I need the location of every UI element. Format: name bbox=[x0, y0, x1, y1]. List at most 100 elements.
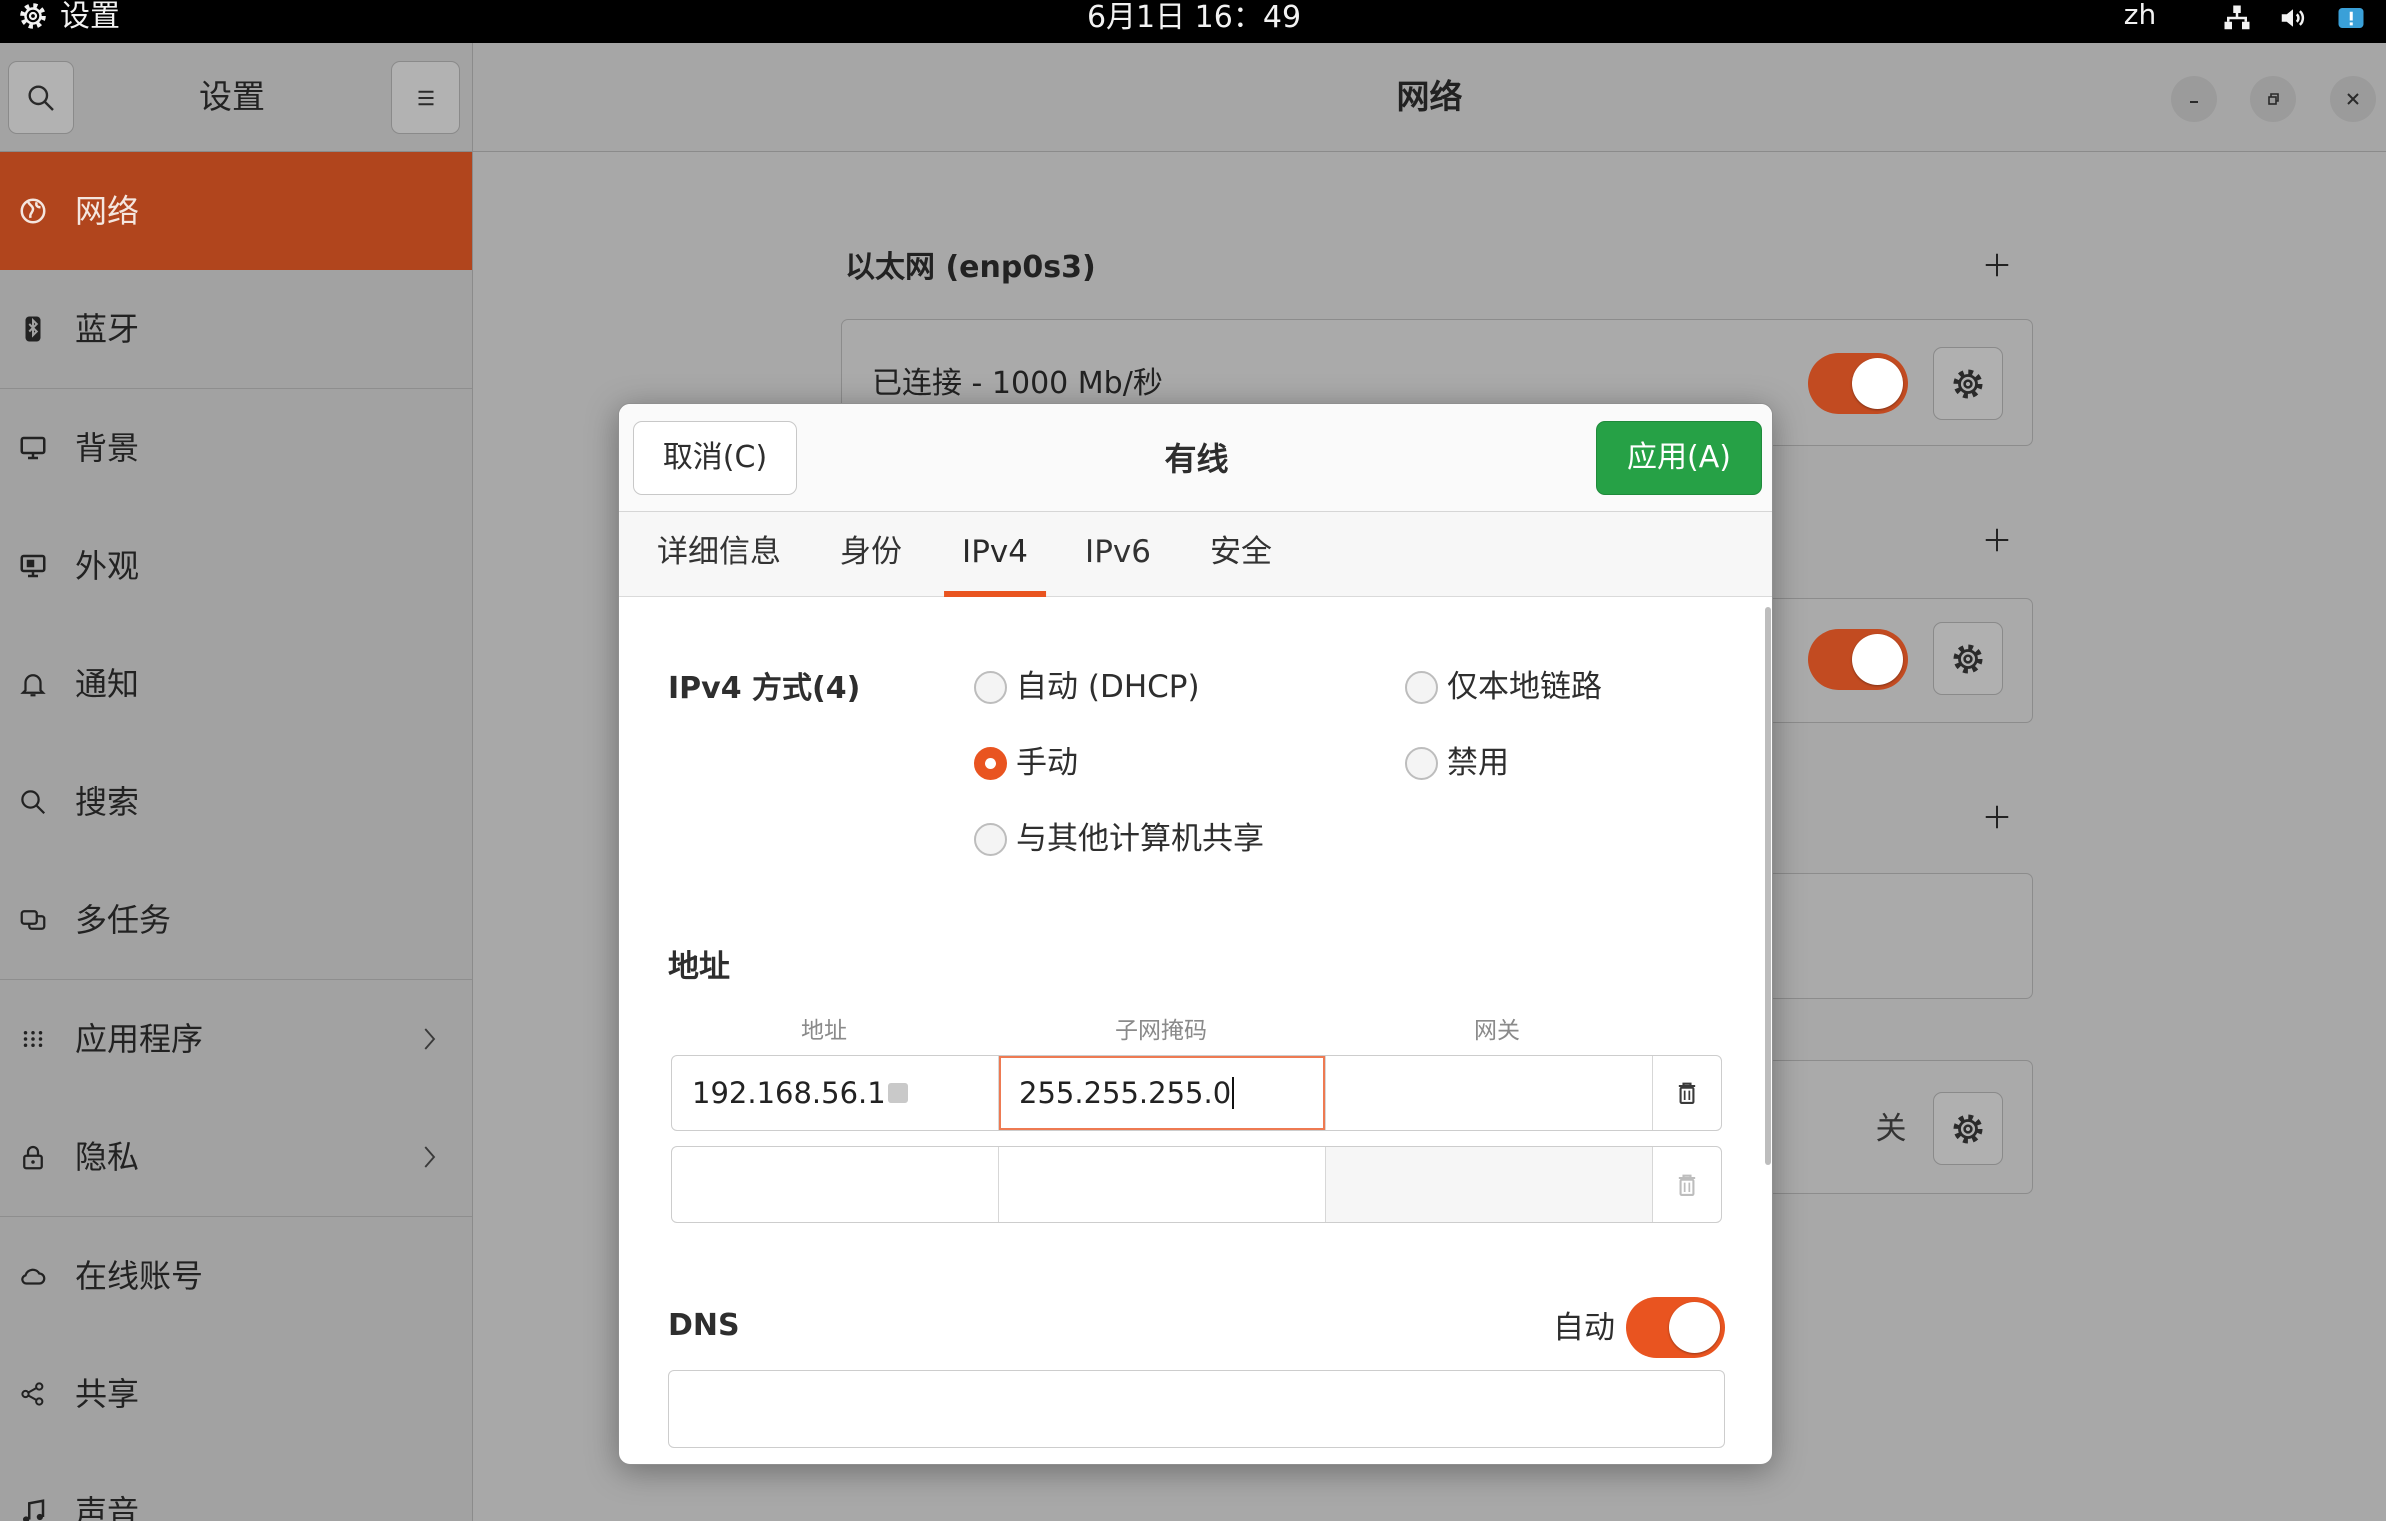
appearance-icon bbox=[18, 551, 48, 581]
method-option-dhcp[interactable]: 自动 (DHCP) bbox=[974, 667, 1200, 707]
restore-button[interactable] bbox=[2250, 76, 2296, 122]
sidebar-item-label: 网络 bbox=[75, 192, 140, 230]
background-icon bbox=[18, 433, 48, 463]
dns-servers-field[interactable] bbox=[668, 1370, 1725, 1448]
gear-icon bbox=[1951, 1112, 1985, 1146]
address-row bbox=[671, 1146, 1722, 1223]
dns-label: DNS bbox=[668, 1308, 740, 1343]
sidebar-item-search[interactable]: 搜索 bbox=[0, 743, 472, 861]
sidebar-item-multitasking[interactable]: 多任务 bbox=[0, 861, 472, 979]
tab-security[interactable]: 安全 bbox=[1192, 512, 1290, 597]
delete-address-button[interactable] bbox=[1653, 1147, 1721, 1222]
sidebar-item-label: 外观 bbox=[75, 547, 140, 585]
ethernet-settings-button[interactable] bbox=[1933, 347, 2003, 420]
radio-button[interactable] bbox=[974, 822, 1007, 856]
search-button[interactable] bbox=[8, 61, 74, 134]
connection-settings-button[interactable] bbox=[1933, 1092, 2003, 1165]
input-method-indicator[interactable]: zh bbox=[2118, 0, 2162, 34]
minimize-icon bbox=[2182, 87, 2206, 111]
method-option-link-local[interactable]: 仅本地链路 bbox=[1405, 667, 1602, 707]
address-field[interactable]: 192.168.56.1 bbox=[672, 1056, 999, 1130]
connection-state-label: 关 bbox=[1875, 1111, 1907, 1147]
sidebar-item-network[interactable]: 网络 bbox=[0, 152, 472, 270]
dialog-header: 取消(C) 有线 应用(A) bbox=[619, 404, 1772, 512]
sidebar-item-privacy[interactable]: 隐私 bbox=[0, 1098, 472, 1216]
column-header-address: 地址 bbox=[801, 1018, 847, 1044]
alert-icon[interactable] bbox=[2336, 3, 2366, 33]
gear-icon bbox=[1951, 642, 1985, 676]
sidebar-item-label: 应用程序 bbox=[75, 1020, 204, 1058]
sidebar-item-sharing[interactable]: 共享 bbox=[0, 1335, 472, 1453]
plus-icon[interactable] bbox=[1982, 802, 2012, 832]
search-icon bbox=[18, 787, 48, 817]
dialog-scrollbar[interactable] bbox=[1765, 607, 1771, 1165]
sidebar-item-online-accounts[interactable]: 在线账号 bbox=[0, 1217, 472, 1335]
network-wired-icon[interactable] bbox=[2222, 3, 2252, 33]
address-row: 192.168.56.1 255.255.255.0 bbox=[671, 1055, 1722, 1131]
wired-connection-dialog: 取消(C) 有线 应用(A) 详细信息 身份 IPv4 IPv6 安全 IPv4… bbox=[618, 403, 1773, 1465]
apply-button[interactable]: 应用(A) bbox=[1596, 421, 1762, 495]
active-app-name[interactable]: 设置 bbox=[60, 0, 120, 36]
method-label: 与其他计算机共享 bbox=[1016, 821, 1264, 857]
sidebar-header: 设置 bbox=[0, 43, 473, 152]
trash-icon bbox=[1673, 1170, 1701, 1200]
sidebar-item-sound[interactable]: 声音 bbox=[0, 1453, 472, 1521]
gateway-field[interactable] bbox=[1326, 1147, 1653, 1222]
method-label: 手动 bbox=[1016, 745, 1078, 781]
plus-icon[interactable] bbox=[1982, 250, 2012, 280]
sidebar-item-label: 在线账号 bbox=[75, 1257, 204, 1295]
method-option-shared[interactable]: 与其他计算机共享 bbox=[974, 819, 1264, 859]
tab-ipv4[interactable]: IPv4 bbox=[944, 512, 1046, 597]
radio-button[interactable] bbox=[974, 746, 1007, 780]
minimize-button[interactable] bbox=[2171, 76, 2217, 122]
chevron-right-icon bbox=[414, 1142, 444, 1172]
radio-button[interactable] bbox=[1405, 746, 1438, 780]
method-option-disable[interactable]: 禁用 bbox=[1405, 743, 1509, 783]
dns-auto-label: 自动 bbox=[1553, 1310, 1615, 1346]
window-header: 网络 bbox=[473, 43, 2386, 152]
dns-auto-toggle[interactable] bbox=[1626, 1297, 1725, 1358]
trash-icon bbox=[1673, 1078, 1701, 1108]
netmask-field[interactable] bbox=[999, 1147, 1326, 1222]
column-header-gateway: 网关 bbox=[1474, 1018, 1520, 1044]
close-button[interactable] bbox=[2330, 76, 2376, 122]
multitasking-icon bbox=[18, 905, 48, 935]
sidebar: 网络 蓝牙 背景 外观 通知 搜索 多任务 应用程序 隐私 在线账号 共享 声音 bbox=[0, 152, 473, 1521]
method-label: 仅本地链路 bbox=[1447, 669, 1602, 705]
method-option-manual[interactable]: 手动 bbox=[974, 743, 1078, 783]
sidebar-item-label: 共享 bbox=[75, 1375, 140, 1413]
page-title: 网络 bbox=[1396, 77, 1463, 116]
sidebar-item-applications[interactable]: 应用程序 bbox=[0, 980, 472, 1098]
bluetooth-icon bbox=[18, 314, 48, 344]
method-label: 自动 (DHCP) bbox=[1016, 669, 1200, 705]
gear-icon bbox=[18, 1, 48, 31]
sidebar-item-bluetooth[interactable]: 蓝牙 bbox=[0, 270, 472, 388]
netmask-field[interactable]: 255.255.255.0 bbox=[999, 1056, 1326, 1130]
address-section-label: 地址 bbox=[668, 949, 730, 985]
sidebar-item-appearance[interactable]: 外观 bbox=[0, 507, 472, 625]
ethernet-status: 已连接 - 1000 Mb/秒 bbox=[872, 366, 1163, 401]
lock-icon bbox=[18, 1142, 48, 1172]
main-menu-button[interactable] bbox=[391, 61, 460, 134]
tab-identity[interactable]: 身份 bbox=[822, 512, 920, 597]
plus-icon[interactable] bbox=[1982, 525, 2012, 555]
gateway-field[interactable] bbox=[1326, 1056, 1653, 1130]
sidebar-item-label: 声音 bbox=[75, 1493, 140, 1521]
connection-toggle[interactable] bbox=[1808, 629, 1908, 690]
ethernet-toggle[interactable] bbox=[1808, 353, 1908, 414]
music-note-icon bbox=[18, 1497, 48, 1521]
tab-details[interactable]: 详细信息 bbox=[639, 512, 799, 597]
radio-button[interactable] bbox=[974, 670, 1007, 704]
address-field[interactable] bbox=[672, 1147, 999, 1222]
tab-ipv6[interactable]: IPv6 bbox=[1067, 512, 1169, 597]
clock[interactable]: 6月1日 16：49 bbox=[994, 0, 1394, 37]
cloud-icon bbox=[18, 1261, 48, 1291]
sidebar-item-background[interactable]: 背景 bbox=[0, 389, 472, 507]
radio-button[interactable] bbox=[1405, 670, 1438, 704]
delete-address-button[interactable] bbox=[1653, 1056, 1721, 1130]
sidebar-item-notifications[interactable]: 通知 bbox=[0, 625, 472, 743]
sidebar-item-label: 通知 bbox=[75, 665, 140, 703]
connection-settings-button[interactable] bbox=[1933, 622, 2003, 695]
chevron-right-icon bbox=[414, 1024, 444, 1054]
volume-icon[interactable] bbox=[2278, 3, 2308, 33]
